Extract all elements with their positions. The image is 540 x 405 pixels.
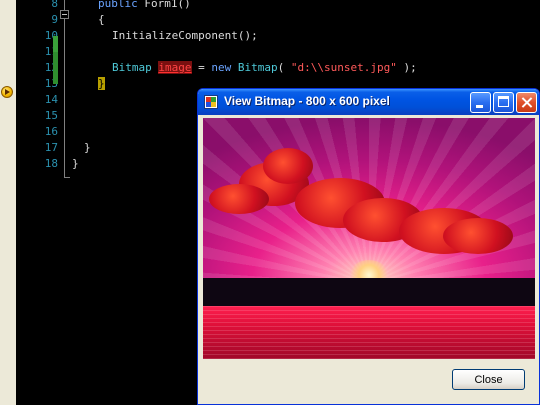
line-number: 17 — [44, 141, 58, 154]
keyword: public — [98, 0, 138, 10]
operator: = — [191, 61, 212, 74]
method-signature: Form1() — [137, 0, 191, 10]
minimize-icon[interactable] — [470, 92, 491, 113]
window-titlebar[interactable]: View Bitmap - 800 x 600 pixel — [198, 89, 539, 115]
outline-guide — [64, 0, 65, 10]
changed-line-marker — [53, 52, 58, 84]
indicator-margin[interactable] — [0, 0, 17, 405]
current-statement-arrow-icon[interactable] — [1, 86, 13, 98]
line-number: 11 — [44, 45, 58, 58]
code-line-18: } — [72, 157, 79, 170]
close-button[interactable]: Close — [452, 369, 525, 390]
line-number: 13 — [44, 77, 58, 90]
view-bitmap-window[interactable]: View Bitmap - 800 x 600 pixel Close — [197, 88, 540, 405]
paren-close: ); — [396, 61, 417, 74]
window-title: View Bitmap - 800 x 600 pixel — [224, 94, 390, 108]
code-line-9: { — [98, 13, 105, 26]
form-app-icon[interactable] — [204, 95, 218, 109]
changed-line-marker — [53, 36, 58, 52]
line-number: 9 — [51, 13, 58, 26]
keyword: new — [211, 61, 232, 74]
code-line-10: InitializeComponent(); — [112, 29, 258, 42]
line-number: 14 — [44, 93, 58, 106]
current-statement-brace: } — [98, 77, 105, 90]
close-icon[interactable] — [516, 92, 537, 113]
paren-open: ( — [277, 61, 291, 74]
code-line-8: public Form1() — [98, 0, 191, 12]
maximize-icon[interactable] — [493, 92, 514, 113]
outline-guide — [64, 177, 70, 178]
code-line-12: Bitmap image = new Bitmap( "d:\\sunset.j… — [112, 60, 417, 76]
collapse-region-icon[interactable] — [60, 10, 69, 19]
line-number: 8 — [51, 0, 58, 10]
error-highlight-variable[interactable]: image — [158, 61, 192, 74]
string-literal: "d:\\sunset.jpg" — [290, 61, 397, 74]
code-line-13: } — [98, 76, 105, 92]
line-number: 10 — [44, 29, 58, 42]
sunset-image — [203, 118, 535, 359]
line-number: 16 — [44, 125, 58, 138]
line-number: 12 — [44, 61, 58, 74]
type-name: Bitmap — [112, 61, 152, 74]
code-line-17: } — [84, 141, 91, 154]
outline-guide — [64, 19, 65, 177]
line-number: 15 — [44, 109, 58, 122]
line-number: 18 — [44, 157, 58, 170]
type-name: Bitmap — [231, 61, 278, 74]
